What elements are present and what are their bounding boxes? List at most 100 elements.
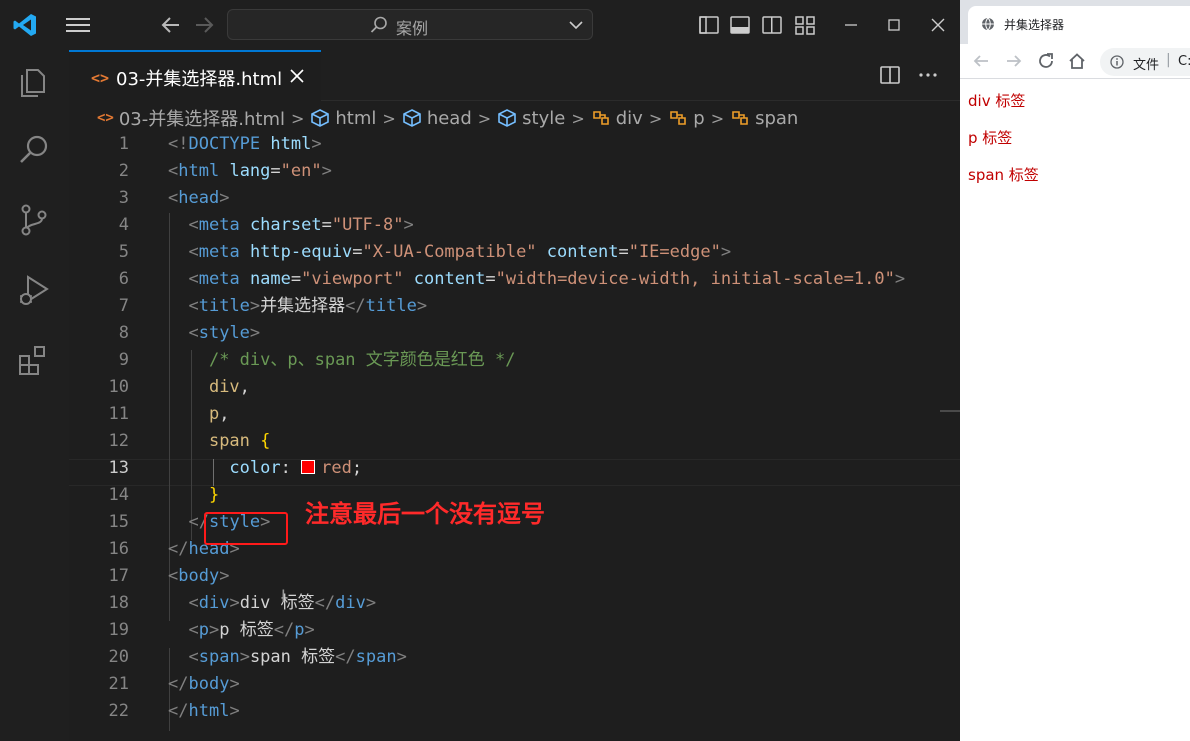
code-line: 5 <meta http-equiv="X-UA-Compatible" con…: [69, 239, 960, 266]
html-file-icon: <>: [97, 110, 114, 126]
line-number: 2: [118, 161, 129, 181]
toggle-primary-sidebar-icon[interactable]: [699, 15, 719, 35]
close-icon[interactable]: [928, 15, 948, 35]
editor-area: <> 03-并集选择器.html <> 03-并集选择器.html > html…: [69, 50, 960, 741]
browser-tab[interactable]: 并集选择器: [968, 6, 1190, 44]
line-number: 20: [108, 647, 129, 667]
browser-window: 并集选择器 文件 | C: div 标签 p 标签 span 标签: [960, 0, 1190, 741]
editor-tab-strip: <> 03-并集选择器.html: [69, 50, 960, 101]
cube-icon: [403, 109, 421, 127]
chevron-right-icon: >: [571, 108, 585, 128]
code-line: 11 p,: [69, 401, 960, 428]
minimize-icon[interactable]: [841, 15, 861, 35]
chevron-right-icon: >: [710, 108, 725, 128]
address-bar-scheme: 文件: [1133, 58, 1160, 73]
command-center-search[interactable]: 案例: [227, 9, 593, 40]
code-line: 10 div,: [69, 374, 960, 401]
vscode-logo-icon[interactable]: [12, 12, 38, 38]
annotation-highlight-box: [204, 512, 288, 545]
code-line-active: 13 color: red;: [69, 455, 960, 482]
color-swatch-red[interactable]: [301, 460, 316, 474]
chevron-right-icon: >: [648, 108, 663, 128]
breadcrumb-item-style[interactable]: style: [497, 108, 565, 129]
vscode-window: 案例 <> 03-并集选择器.html <> 03-并集选择器.html > h…: [0, 0, 960, 741]
line-number: 13: [108, 458, 129, 478]
chevron-down-icon[interactable]: [568, 18, 584, 32]
code-line: 22 </html>: [69, 698, 960, 725]
code-line: 21 </body>: [69, 671, 960, 698]
tab-label: 03-并集选择器.html: [116, 69, 283, 90]
browser-tab-title: 并集选择器: [1004, 18, 1065, 32]
line-number: 19: [108, 620, 129, 640]
toggle-secondary-sidebar-icon[interactable]: [762, 15, 782, 35]
breadcrumb-item-file[interactable]: <> 03-并集选择器.html: [97, 105, 285, 131]
line-number: 15: [108, 512, 129, 532]
title-bar: 案例: [0, 0, 960, 50]
symbol-class-icon: [670, 111, 687, 125]
maximize-icon[interactable]: [884, 15, 904, 35]
line-number: 21: [108, 674, 129, 694]
chevron-right-icon: >: [382, 108, 396, 128]
info-icon[interactable]: [1110, 55, 1124, 69]
code-line: 9 /* div、p、span 文字颜色是红色 */: [69, 347, 960, 374]
code-line: 7 <title>并集选择器</title>: [69, 293, 960, 320]
breadcrumb-item-p[interactable]: p: [668, 108, 705, 129]
code-line: 8 <style>: [69, 320, 960, 347]
code-line: 19 <p>p 标签</p>: [69, 617, 960, 644]
more-actions-icon[interactable]: [917, 64, 939, 86]
browser-toolbar: 文件 | C:: [960, 44, 1190, 79]
tab-03-union-selector[interactable]: <> 03-并集选择器.html: [69, 50, 321, 101]
customize-layout-icon[interactable]: [795, 15, 815, 35]
address-bar[interactable]: 文件 | C:: [1100, 48, 1190, 76]
close-icon[interactable]: [289, 68, 305, 84]
code-line: 6 <meta name="viewport" content="width=d…: [69, 266, 960, 293]
chevron-right-icon: >: [477, 108, 492, 128]
hamburger-menu-icon[interactable]: [66, 15, 90, 35]
explorer-files-icon[interactable]: [16, 64, 52, 100]
address-bar-divider: |: [1166, 52, 1171, 68]
rendered-div-text: div 标签: [968, 92, 1026, 110]
code-line: 20 <span>span 标签</span>: [69, 644, 960, 671]
run-and-debug-icon[interactable]: [16, 272, 52, 308]
address-bar-url: C:: [1178, 54, 1190, 69]
line-number: 6: [118, 269, 129, 289]
home-icon[interactable]: [1068, 52, 1086, 70]
breadcrumb-item-div[interactable]: div: [591, 108, 643, 129]
html-file-icon: <>: [91, 69, 110, 87]
toggle-panel-icon[interactable]: [730, 15, 750, 35]
search-icon[interactable]: [16, 132, 52, 168]
scrollbar-marker[interactable]: [940, 410, 960, 412]
line-number: 3: [118, 188, 129, 208]
line-number: 8: [118, 323, 129, 343]
line-number: 9: [118, 350, 129, 370]
breadcrumb-item-head[interactable]: head: [402, 108, 472, 129]
line-number: 11: [108, 404, 129, 424]
source-control-icon[interactable]: [16, 202, 52, 238]
command-center-text: 案例: [396, 19, 429, 38]
cube-icon: [311, 109, 330, 127]
reload-icon[interactable]: [1037, 52, 1055, 70]
search-icon: [370, 16, 387, 33]
forward-arrow-icon[interactable]: [1005, 52, 1023, 70]
breadcrumb-item-html[interactable]: html: [310, 108, 376, 129]
line-number: 14: [108, 485, 129, 505]
line-number: 7: [118, 296, 129, 316]
code-editor[interactable]: 1 <!DOCTYPE html> 2 <html lang="en"> 3 <…: [69, 131, 960, 741]
text-cursor-icon: I: [281, 586, 286, 605]
extensions-icon[interactable]: [16, 342, 52, 378]
symbol-class-icon: [732, 111, 748, 125]
symbol-class-icon: [592, 111, 609, 125]
arrow-left-icon[interactable]: [160, 14, 182, 36]
line-number: 16: [108, 539, 129, 559]
code-line: 16 </head>: [69, 536, 960, 563]
arrow-right-icon[interactable]: [193, 14, 215, 36]
breadcrumb: <> 03-并集选择器.html > html > head > style >…: [97, 105, 798, 131]
line-number: 17: [108, 566, 129, 586]
line-number: 22: [108, 701, 129, 721]
line-number: 5: [118, 242, 129, 262]
globe-icon: [982, 17, 994, 31]
back-arrow-icon[interactable]: [972, 52, 990, 70]
code-line: 12 span {: [69, 428, 960, 455]
breadcrumb-item-span[interactable]: span: [730, 108, 798, 129]
split-editor-icon[interactable]: [879, 64, 901, 86]
